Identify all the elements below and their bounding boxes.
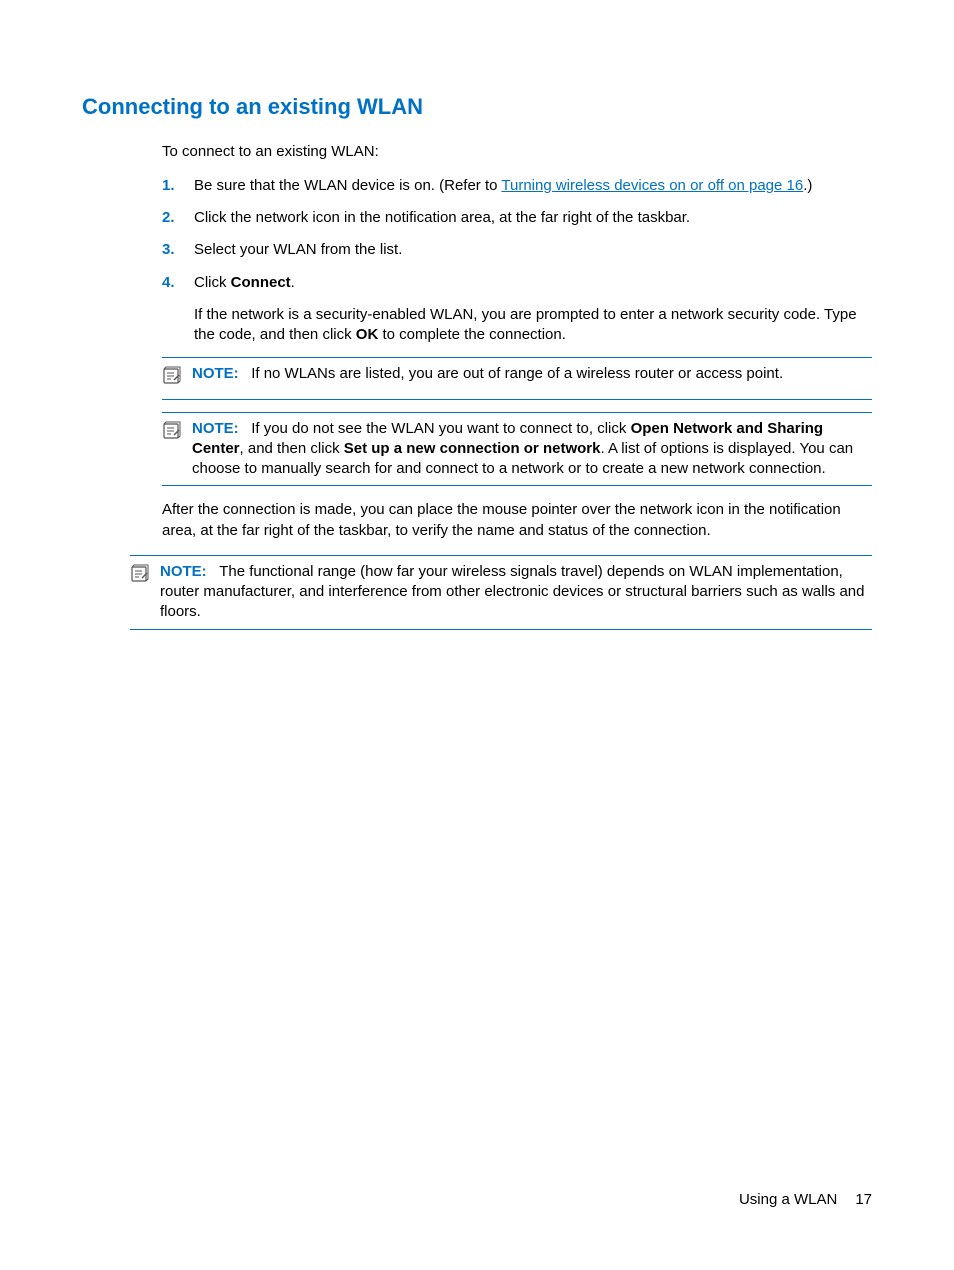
step-number: 1.	[162, 176, 194, 196]
step-text: to complete the connection.	[378, 326, 566, 343]
cross-reference-link[interactable]: Turning wireless devices on or off on pa…	[501, 177, 803, 194]
ui-term: Connect	[231, 274, 291, 291]
note-text: The functional range (how far your wirel…	[160, 563, 865, 621]
note-text: If no WLANs are listed, you are out of r…	[251, 365, 783, 382]
step-text: Select your WLAN from the list.	[194, 240, 872, 260]
note-text: , and then click	[240, 440, 344, 457]
step-number: 2.	[162, 208, 194, 228]
step-body: Be sure that the WLAN device is on. (Ref…	[194, 176, 872, 196]
note-icon	[130, 564, 154, 590]
step-item: 2. Click the network icon in the notific…	[162, 208, 872, 228]
step-item: 1. Be sure that the WLAN device is on. (…	[162, 176, 872, 196]
step-item: 4. Click Connect. If the network is a se…	[162, 273, 872, 346]
page-footer: Using a WLAN 17	[739, 1190, 872, 1210]
step-text: .)	[803, 177, 812, 194]
step-text: Click	[194, 274, 231, 291]
page-number: 17	[855, 1191, 872, 1208]
ui-term: Set up a new connection or network	[344, 440, 601, 457]
note-callout: NOTE: The functional range (how far your…	[130, 555, 872, 630]
note-label: NOTE:	[160, 563, 207, 580]
step-item: 3. Select your WLAN from the list.	[162, 240, 872, 260]
step-text: Click the network icon in the notificati…	[194, 208, 872, 228]
step-body: Select your WLAN from the list.	[194, 240, 872, 260]
note-callout: NOTE: If no WLANs are listed, you are ou…	[162, 357, 872, 399]
step-body: Click the network icon in the notificati…	[194, 208, 872, 228]
body-text: After the connection is made, you can pl…	[162, 500, 872, 541]
steps-list: 1. Be sure that the WLAN device is on. (…	[162, 176, 872, 346]
step-text: Be sure that the WLAN device is on. (Ref…	[194, 177, 501, 194]
note-icon	[162, 421, 186, 447]
step-number: 3.	[162, 240, 194, 260]
step-number: 4.	[162, 273, 194, 293]
note-text: If you do not see the WLAN you want to c…	[251, 420, 630, 437]
intro-text: To connect to an existing WLAN:	[162, 142, 872, 162]
note-callout: NOTE: If you do not see the WLAN you wan…	[162, 412, 872, 487]
note-label: NOTE:	[192, 420, 239, 437]
section-heading: Connecting to an existing WLAN	[82, 92, 872, 122]
footer-section-title: Using a WLAN	[739, 1191, 837, 1208]
note-label: NOTE:	[192, 365, 239, 382]
ui-term: OK	[356, 326, 379, 343]
step-body: Click Connect. If the network is a secur…	[194, 273, 872, 346]
note-icon	[162, 366, 186, 392]
step-text: .	[291, 274, 295, 291]
